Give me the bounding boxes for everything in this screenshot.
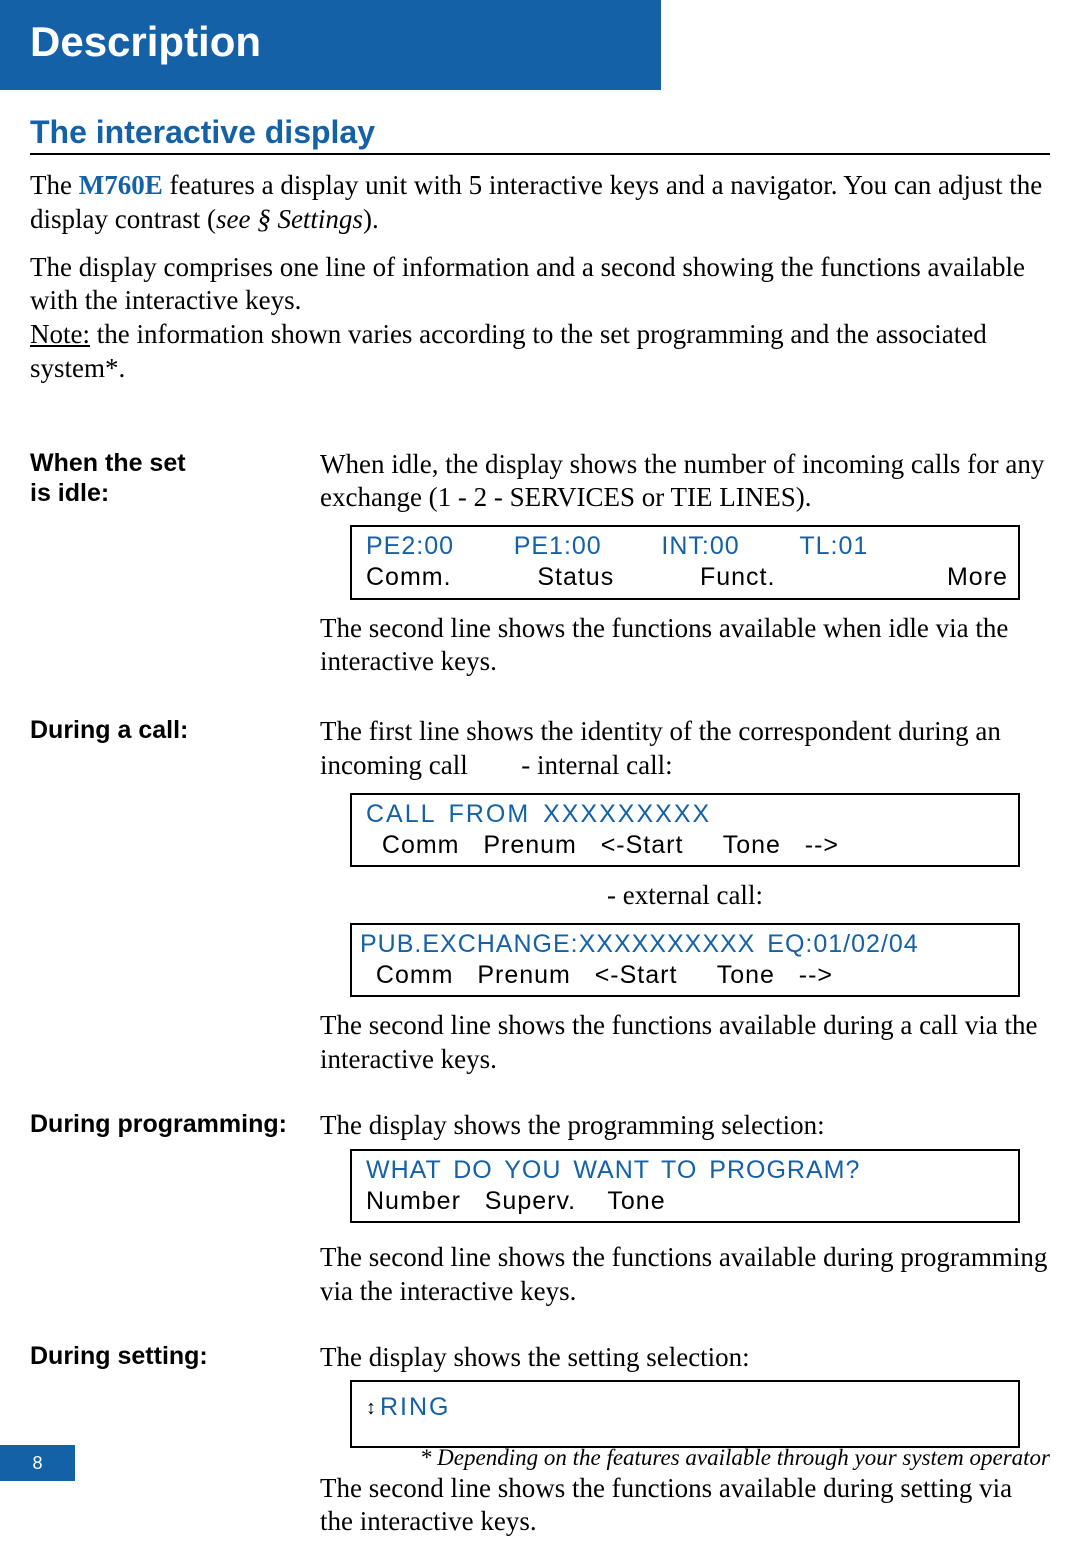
text: When the set: [30, 449, 186, 477]
programming-display: WHAT DO YOU WANT TO PROGRAM? Number Supe…: [350, 1149, 1020, 1224]
setting-display: ↕RING: [350, 1380, 1020, 1447]
up-down-arrow-icon: ↕: [366, 1396, 376, 1421]
display-line-1: PUB.EXCHANGE:XXXXXXXXXX EQ:01/02/04: [360, 929, 1016, 960]
setting-heading: During setting:: [30, 1341, 320, 1371]
programming-text-1: The display shows the programming select…: [320, 1109, 1050, 1143]
display-line-1: CALL FROM XXXXXXXXX: [366, 799, 1008, 830]
call-text-2: The second line shows the functions avai…: [320, 1009, 1050, 1077]
programming-section: During programming: The display shows th…: [30, 1109, 1050, 1319]
display-cell: [928, 531, 1008, 562]
call-display-internal: CALL FROM XXXXXXXXX Comm Prenum <-Start …: [350, 793, 1020, 868]
display-line-2: Comm Prenum <-Start Tone -->: [360, 960, 1016, 991]
idle-display: PE2:00 PE1:00 INT:00 TL:01 Comm. Status …: [350, 525, 1020, 600]
display-line-1: WHAT DO YOU WANT TO PROGRAM?: [366, 1155, 1008, 1186]
display-cell: Comm.: [366, 562, 452, 593]
display-cell: INT:00: [661, 531, 739, 562]
settings-reference: see § Settings: [216, 204, 363, 234]
text: The display comprises one line of inform…: [30, 252, 1025, 316]
idle-text-2: The second line shows the functions avai…: [320, 612, 1050, 680]
display-cell: More: [947, 562, 1008, 593]
display-cell: PE1:00: [514, 531, 602, 562]
setting-text-1: The display shows the setting selection:: [320, 1341, 1050, 1375]
call-text-1: The first line shows the identity of the…: [320, 715, 1050, 783]
setting-text-2: The second line shows the functions avai…: [320, 1472, 1050, 1540]
display-cell: TL:01: [799, 531, 868, 562]
idle-text-1: When idle, the display shows the number …: [320, 448, 1050, 516]
page-header-title: Description: [30, 18, 261, 66]
display-line-1: RING: [380, 1393, 451, 1421]
note-text: the information shown varies according t…: [30, 319, 987, 383]
display-cell: Status: [537, 562, 614, 593]
product-name: M760E: [79, 170, 163, 200]
page-number: 8: [0, 1445, 75, 1481]
text: is idle:: [30, 479, 109, 507]
content-area: The interactive display The M760E featur…: [30, 106, 1050, 1549]
call-heading: During a call:: [30, 715, 320, 745]
intro-paragraph-2: The display comprises one line of inform…: [30, 251, 1050, 386]
section-title: The interactive display: [30, 114, 1050, 155]
call-mid-note: - external call:: [320, 879, 1050, 913]
call-display-external: PUB.EXCHANGE:XXXXXXXXXX EQ:01/02/04 Comm…: [350, 923, 1020, 998]
display-line-2: Number Superv. Tone: [366, 1186, 1008, 1217]
text: - internal call:: [521, 750, 672, 780]
display-line-2: Comm Prenum <-Start Tone -->: [366, 830, 1008, 861]
text: features a display unit with 5 interacti…: [30, 170, 1042, 234]
display-cell: Funct.: [700, 562, 775, 593]
intro-paragraph-1: The M760E features a display unit with 5…: [30, 169, 1050, 237]
text: ).: [363, 204, 379, 234]
programming-heading: During programming:: [30, 1109, 320, 1139]
text: The: [30, 170, 79, 200]
display-cell: PE2:00: [366, 531, 454, 562]
footnote: * Depending on the features available th…: [420, 1445, 1050, 1471]
note-label: Note:: [30, 319, 90, 349]
programming-text-2: The second line shows the functions avai…: [320, 1241, 1050, 1309]
idle-section: When the set is idle: When idle, the dis…: [30, 448, 1050, 690]
call-section: During a call: The first line shows the …: [30, 715, 1050, 1087]
idle-heading: When the set is idle:: [30, 448, 320, 508]
